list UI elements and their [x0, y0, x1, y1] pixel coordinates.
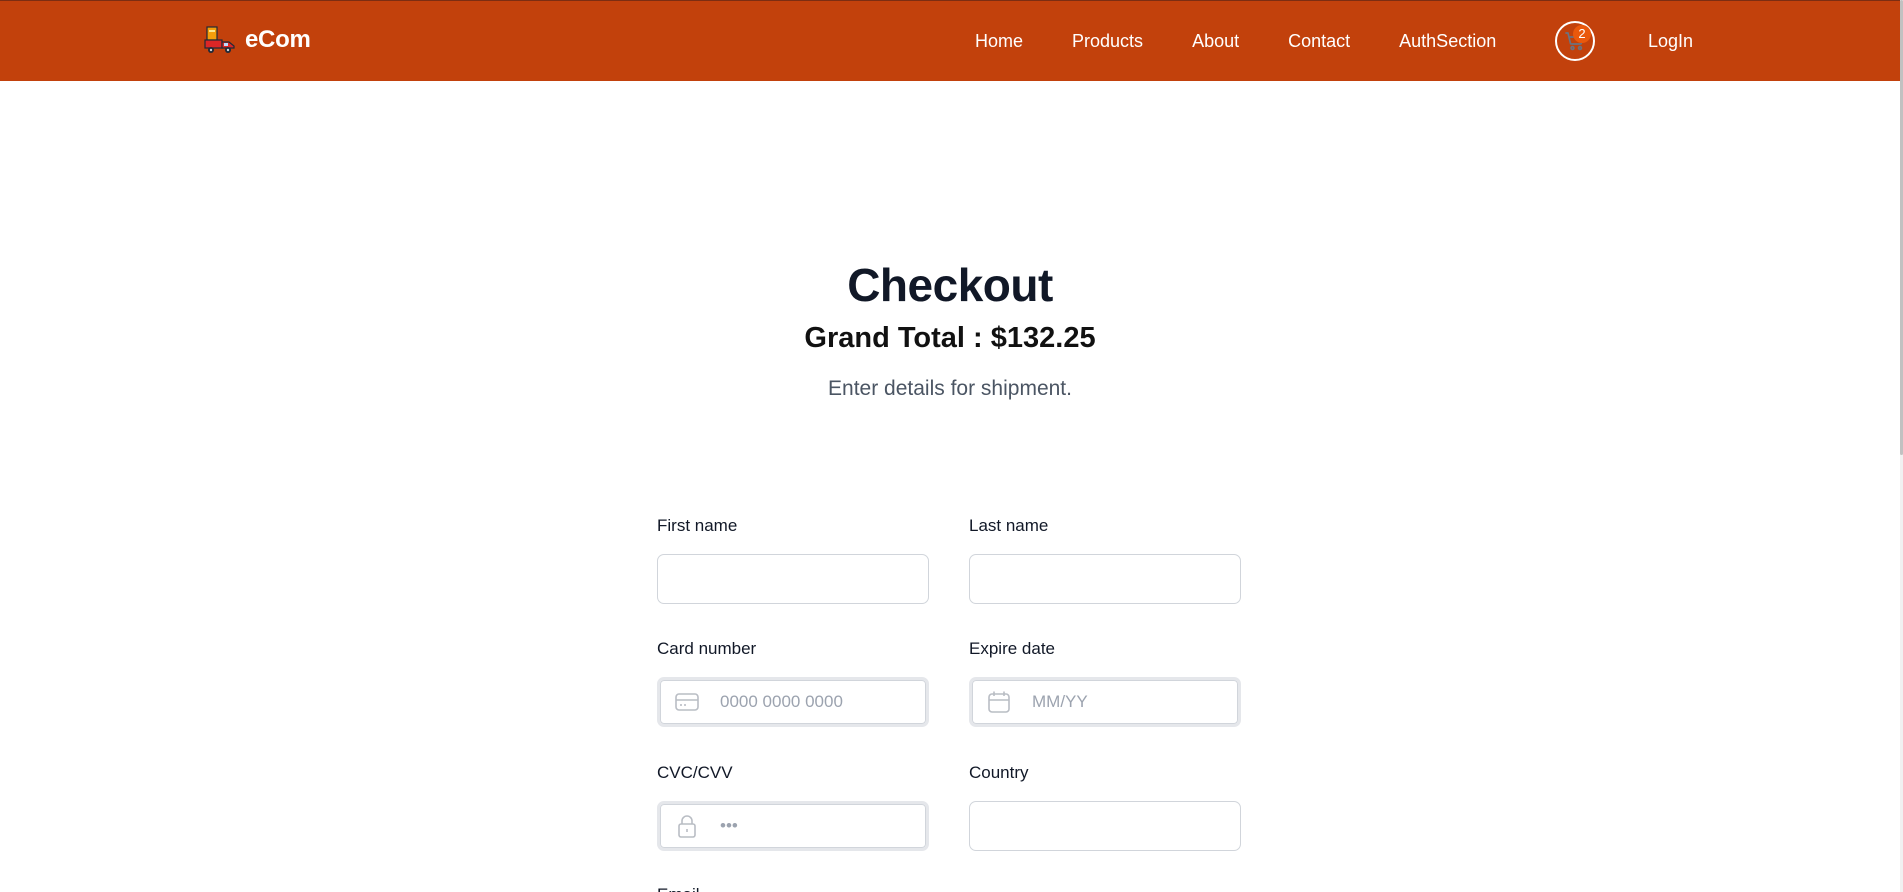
first-name-label: First name [657, 516, 738, 535]
country-label: Country [969, 763, 1029, 782]
country-field: Country [969, 762, 1241, 851]
nav-link-home[interactable]: Home [975, 31, 1023, 52]
expire-date-field: Expire date [969, 638, 1241, 727]
card-number-field: Card number [657, 638, 929, 727]
nav-link-contact[interactable]: Contact [1288, 31, 1350, 52]
nav-link-about[interactable]: About [1192, 31, 1239, 52]
last-name-input[interactable] [969, 554, 1241, 604]
expire-date-label: Expire date [969, 639, 1055, 658]
brand-name: eCom [245, 26, 311, 53]
nav-link-authsection[interactable]: AuthSection [1399, 31, 1496, 52]
checkout-page: eCom Home Products About Contact AuthSec… [0, 0, 1900, 892]
main-nav: Home Products About Contact AuthSection [975, 1, 1545, 82]
brand-link[interactable]: eCom [203, 23, 311, 57]
cart-count-badge: 2 [1573, 25, 1591, 43]
country-input[interactable] [969, 801, 1241, 851]
cvc-input[interactable] [657, 801, 929, 851]
card-number-input[interactable] [657, 677, 929, 727]
page-subtitle: Enter details for shipment. [828, 377, 1072, 400]
cvc-field: CVC/CVV [657, 762, 929, 851]
first-name-field: First name [657, 515, 929, 604]
navbar: eCom Home Products About Contact AuthSec… [0, 0, 1900, 81]
page-title: Checkout [847, 259, 1053, 311]
delivery-truck-logo-icon [204, 26, 235, 53]
last-name-label: Last name [969, 516, 1049, 535]
cvc-label: CVC/CVV [657, 763, 733, 782]
expire-date-input[interactable] [969, 677, 1241, 727]
login-link[interactable]: LogIn [1648, 1, 1693, 82]
first-name-input[interactable] [657, 554, 929, 604]
email-label: Email [657, 884, 929, 892]
card-number-label: Card number [657, 639, 757, 658]
email-field: Email [657, 884, 929, 892]
nav-link-products[interactable]: Products [1072, 31, 1143, 52]
last-name-field: Last name [969, 515, 1241, 604]
grand-total: Grand Total : $132.25 [804, 322, 1096, 354]
cart-button[interactable]: 2 [1555, 21, 1595, 61]
